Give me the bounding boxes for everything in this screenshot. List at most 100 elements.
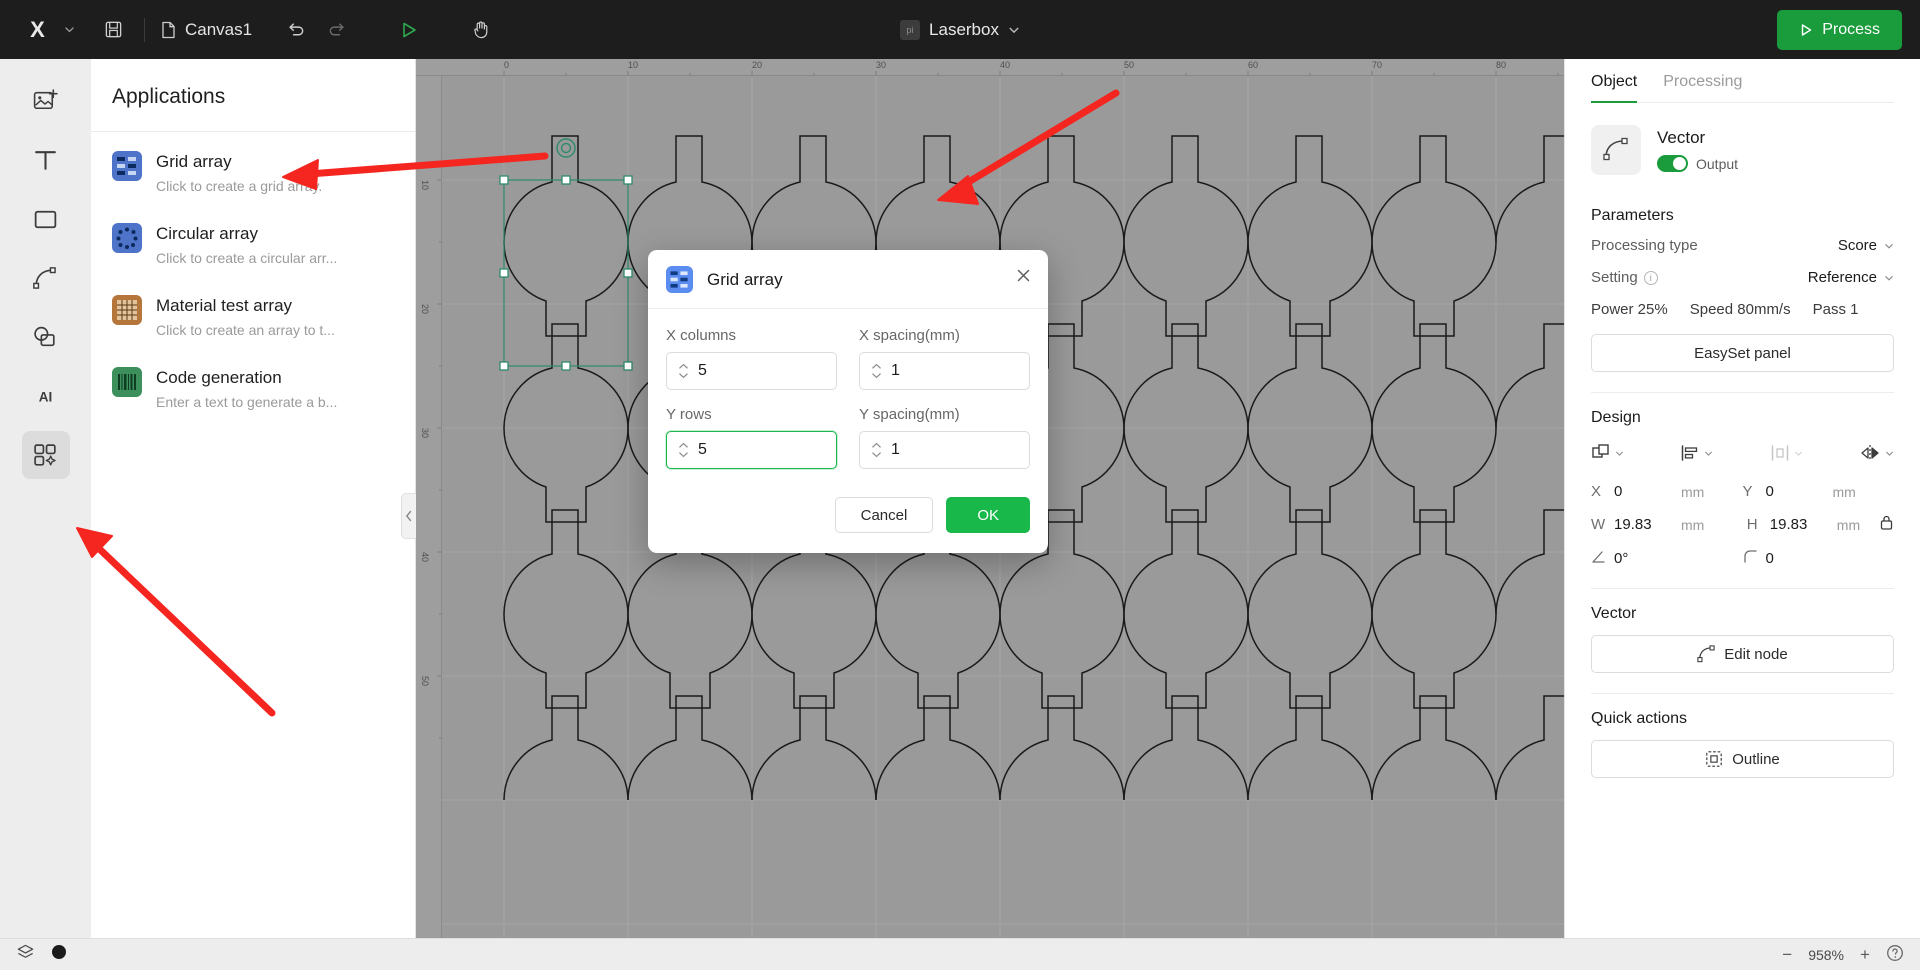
outline-icon [1706, 751, 1723, 767]
device-badge-icon: pi [900, 19, 921, 40]
status-bar-right: − 958% + [1778, 944, 1904, 965]
applications-title: Applications [112, 85, 226, 108]
horizontal-ruler[interactable]: 0 10 20 30 40 50 60 70 80 [416, 59, 1564, 76]
node-icon [1697, 645, 1715, 663]
easyset-panel-label: EasySet panel [1694, 344, 1791, 362]
sidebar-item-applications[interactable] [21, 431, 70, 479]
processing-type-row: Processing type Score [1591, 237, 1894, 254]
angle-field[interactable]: 0° [1591, 549, 1743, 568]
color-swatch[interactable] [51, 944, 67, 965]
app-item-grid-array[interactable]: Grid array Click to create a grid array. [91, 138, 415, 210]
x-spacing-input[interactable]: 1 [859, 352, 1030, 390]
grid-array-icon [112, 151, 142, 181]
app-logo-button[interactable]: X [16, 9, 58, 51]
y-spacing-group: Y spacing(mm) 1 [859, 406, 1030, 485]
properties-panel: Object Processing Vector Output Paramete… [1564, 59, 1920, 938]
shapes-icon [34, 326, 55, 346]
chevron-down-icon [679, 373, 688, 379]
radius-field[interactable]: 0 [1743, 549, 1895, 568]
ai-icon: AI [39, 389, 53, 404]
position-row: X 0 mm Y 0 mm [1591, 483, 1894, 500]
sidebar-item-pen[interactable] [22, 254, 70, 302]
edit-node-label: Edit node [1724, 645, 1788, 663]
app-item-name: Material test array [156, 295, 293, 315]
object-type: Vector [1657, 128, 1706, 147]
height-field[interactable]: H 19.83 mm [1747, 516, 1879, 533]
setting-value-button[interactable]: Reference [1808, 269, 1894, 286]
flip-horizontal-icon[interactable] [1859, 443, 1894, 463]
align-left-icon[interactable] [1680, 443, 1713, 463]
output-toggle[interactable] [1657, 155, 1688, 172]
dialog-title: Grid array [707, 269, 783, 289]
close-icon[interactable] [1015, 267, 1032, 287]
y-label: Y [1742, 483, 1753, 500]
sidebar-item-image[interactable] [22, 77, 70, 125]
vertical-ruler[interactable]: 10 20 30 40 50 [416, 76, 442, 938]
sidebar-item-text[interactable] [22, 136, 70, 184]
device-selector[interactable]: pi Laserbox [810, 19, 1110, 40]
zoom-out-button[interactable]: − [1778, 945, 1796, 965]
layers-icon[interactable] [16, 943, 35, 967]
x-position-field[interactable]: X 0 mm [1591, 483, 1743, 500]
y-spacing-input[interactable]: 1 [859, 431, 1030, 469]
width-field[interactable]: W 19.83 mm [1591, 516, 1747, 533]
outline-label: Outline [1732, 750, 1780, 768]
panel-collapse-button[interactable] [401, 493, 416, 539]
y-rows-stepper[interactable] [678, 442, 689, 458]
undo-button[interactable] [274, 9, 316, 51]
play-triangle-icon [1802, 23, 1812, 36]
document-name[interactable]: Canvas1 [185, 20, 252, 40]
help-icon[interactable] [1886, 944, 1904, 965]
sidebar-item-ai[interactable]: AI [22, 372, 70, 420]
zoom-in-button[interactable]: + [1856, 945, 1874, 965]
distribute-icon[interactable] [1770, 443, 1803, 463]
app-item-circular-array[interactable]: Circular array Click to create a circula… [91, 210, 415, 282]
x-spacing-group: X spacing(mm) 1 [859, 327, 1030, 406]
redo-icon [329, 23, 344, 36]
logo-dropdown-button[interactable] [58, 9, 80, 51]
app-item-text: Grid array Click to create a grid array. [156, 151, 397, 197]
vector-title: Vector [1591, 605, 1637, 622]
angle-icon [1591, 549, 1605, 568]
processing-type-label: Processing type [1591, 237, 1698, 254]
zoom-value[interactable]: 958% [1808, 947, 1844, 963]
info-icon[interactable]: i [1643, 270, 1658, 285]
outline-button[interactable]: Outline [1591, 740, 1894, 778]
app-item-desc: Click to create a grid array. [156, 177, 323, 194]
save-button[interactable] [92, 9, 134, 51]
y-spacing-stepper[interactable] [871, 442, 882, 458]
vector-node-icon [1591, 125, 1641, 175]
x-columns-input[interactable]: 5 [666, 352, 837, 390]
document-icon-button[interactable] [155, 9, 181, 51]
sidebar-item-shapes[interactable] [22, 313, 70, 361]
redo-button[interactable] [316, 9, 358, 51]
lock-icon[interactable] [1879, 514, 1894, 535]
sidebar-item-rectangle[interactable] [22, 195, 70, 243]
chevron-down-icon [872, 373, 881, 379]
app-item-text: Code generation Enter a text to generate… [156, 367, 397, 413]
app-item-material-test-array[interactable]: Material test array Click to create an a… [91, 282, 415, 354]
cancel-button[interactable]: Cancel [834, 497, 934, 533]
x-columns-stepper[interactable] [678, 363, 689, 379]
process-button[interactable]: Process [1777, 9, 1902, 50]
pan-tool-button[interactable] [460, 9, 502, 51]
x-spacing-stepper[interactable] [871, 363, 882, 379]
material-test-icon [112, 294, 142, 325]
w-unit: mm [1681, 516, 1705, 533]
y-rows-input[interactable]: 5 [666, 431, 837, 469]
processing-type-value-button[interactable]: Score [1838, 237, 1894, 254]
easyset-panel-button[interactable]: EasySet panel [1591, 334, 1894, 372]
y-position-field[interactable]: Y 0 mm [1743, 483, 1895, 500]
tab-processing[interactable]: Processing [1663, 73, 1742, 103]
x-columns-group: X columns 5 [666, 327, 837, 406]
app-item-code-generation[interactable]: Code generation Enter a text to generate… [91, 354, 415, 426]
process-button-label: Process [1822, 20, 1880, 38]
select-tool-button[interactable] [388, 9, 430, 51]
y-value: 0 [1765, 483, 1774, 500]
angle-value: 0° [1614, 550, 1629, 567]
ok-button[interactable]: OK [946, 497, 1030, 533]
edit-node-button[interactable]: Edit node [1591, 635, 1894, 673]
arrange-icon[interactable] [1591, 443, 1624, 463]
panel-divider [91, 131, 415, 132]
tab-object[interactable]: Object [1591, 73, 1638, 103]
